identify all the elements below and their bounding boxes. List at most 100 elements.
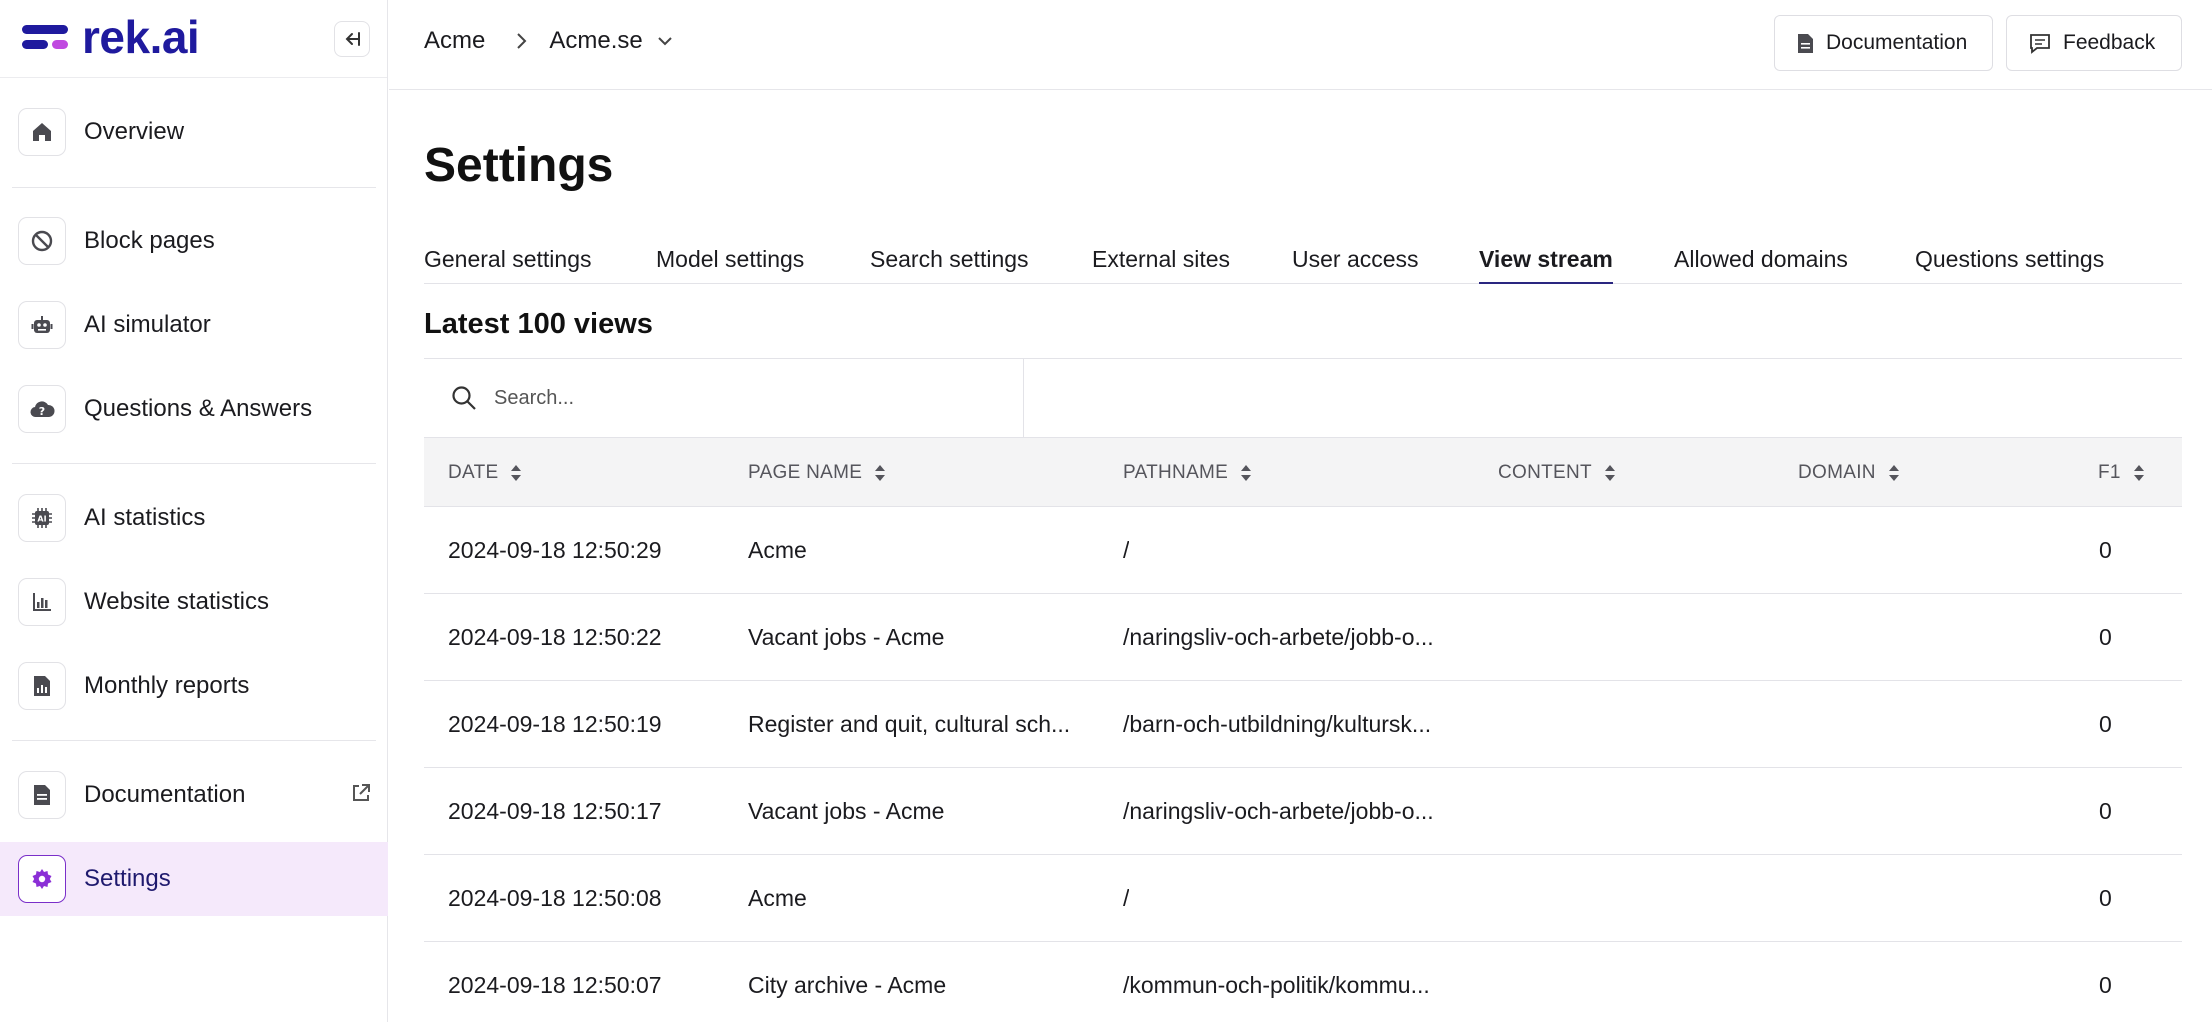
logo[interactable]: rek.ai bbox=[22, 11, 200, 63]
logo-text: rek.ai bbox=[82, 11, 200, 63]
table-row[interactable]: 2024-09-18 12:50:22 Vacant jobs - Acme /… bbox=[424, 594, 2182, 681]
sidebar-item-ai-statistics[interactable]: AI AI statistics bbox=[0, 481, 388, 555]
sidebar-item-website-statistics[interactable]: Website statistics bbox=[0, 565, 388, 639]
cell-f1: 0 bbox=[2099, 971, 2112, 998]
cell-page-name: Acme bbox=[748, 884, 807, 911]
robot-icon bbox=[18, 301, 66, 349]
feedback-label: Feedback bbox=[2063, 31, 2156, 54]
collapse-sidebar-button[interactable] bbox=[334, 21, 370, 57]
sidebar-item-label: AI statistics bbox=[84, 504, 206, 531]
table-row[interactable]: 2024-09-18 12:50:17 Vacant jobs - Acme /… bbox=[424, 768, 2182, 855]
table-row[interactable]: 2024-09-18 12:50:08 Acme / 0 bbox=[424, 855, 2182, 942]
cell-page-name: Vacant jobs - Acme bbox=[748, 797, 945, 824]
column-header-date[interactable]: DATE bbox=[448, 438, 522, 508]
logo-mark-icon bbox=[22, 23, 68, 51]
search-input[interactable] bbox=[494, 386, 994, 410]
section-title: Latest 100 views bbox=[424, 308, 653, 340]
cell-date: 2024-09-18 12:50:07 bbox=[448, 971, 662, 998]
top-bar: Acme Acme.se Documentation Feedback bbox=[389, 0, 2212, 90]
column-label: DATE bbox=[448, 462, 499, 483]
site-selector[interactable]: Acme.se bbox=[549, 27, 642, 55]
column-label: F1 bbox=[2098, 462, 2121, 483]
cell-date: 2024-09-18 12:50:19 bbox=[448, 710, 662, 737]
sidebar-item-monthly-reports[interactable]: Monthly reports bbox=[0, 649, 388, 723]
document-icon bbox=[1798, 33, 1813, 53]
sidebar-item-overview[interactable]: Overview bbox=[0, 95, 388, 169]
cell-date: 2024-09-18 12:50:22 bbox=[448, 623, 662, 650]
sidebar-item-label: Website statistics bbox=[84, 588, 269, 615]
cell-page-name: City archive - Acme bbox=[748, 971, 947, 998]
cell-f1: 0 bbox=[2099, 797, 2112, 824]
cell-pathname: /barn-och-utbildning/kultursk... bbox=[1123, 710, 1432, 737]
column-header-content[interactable]: CONTENT bbox=[1498, 438, 1616, 508]
sort-icon bbox=[2133, 464, 2145, 482]
cell-date: 2024-09-18 12:50:29 bbox=[448, 536, 662, 563]
cell-f1: 0 bbox=[2099, 536, 2112, 563]
collapse-left-icon bbox=[345, 32, 360, 46]
tab-allowed-domains[interactable]: Allowed domains bbox=[1674, 246, 1848, 284]
table-row[interactable]: 2024-09-18 12:50:19 Register and quit, c… bbox=[424, 681, 2182, 768]
cell-pathname: /naringsliv-och-arbete/jobb-o... bbox=[1123, 623, 1434, 650]
sidebar-item-label: Block pages bbox=[84, 227, 215, 254]
cloud-question-icon: ? bbox=[18, 385, 66, 433]
document-icon bbox=[18, 771, 66, 819]
cell-page-name: Register and quit, cultural sch... bbox=[748, 710, 1071, 737]
search-icon bbox=[452, 386, 476, 410]
sort-icon bbox=[1604, 464, 1616, 482]
tab-external-sites[interactable]: External sites bbox=[1092, 246, 1230, 284]
sidebar-header: rek.ai bbox=[0, 0, 387, 78]
divider bbox=[12, 187, 376, 188]
bar-chart-icon bbox=[18, 578, 66, 626]
search-row bbox=[424, 358, 2182, 437]
sidebar-item-documentation[interactable]: Documentation bbox=[0, 758, 388, 832]
column-label: CONTENT bbox=[1498, 462, 1592, 483]
sidebar-item-label: Documentation bbox=[84, 781, 246, 808]
breadcrumb-organization[interactable]: Acme bbox=[424, 27, 485, 55]
ai-chip-icon: AI bbox=[18, 494, 66, 542]
tab-model-settings[interactable]: Model settings bbox=[656, 246, 804, 284]
table-row[interactable]: 2024-09-18 12:50:07 City archive - Acme … bbox=[424, 942, 2182, 1022]
tab-search-settings[interactable]: Search settings bbox=[870, 246, 1029, 284]
feedback-icon bbox=[2030, 33, 2050, 54]
cell-pathname: /kommun-och-politik/kommu... bbox=[1123, 971, 1430, 998]
chevron-right-icon bbox=[515, 32, 527, 50]
home-icon bbox=[18, 108, 66, 156]
sort-icon bbox=[874, 464, 886, 482]
sort-icon bbox=[1240, 464, 1252, 482]
divider bbox=[12, 740, 376, 741]
sidebar-item-label: Questions & Answers bbox=[84, 395, 313, 422]
cell-f1: 0 bbox=[2099, 623, 2112, 650]
cell-page-name: Acme bbox=[748, 536, 807, 563]
sidebar-item-block-pages[interactable]: Block pages bbox=[0, 204, 388, 278]
column-header-domain[interactable]: DOMAIN bbox=[1798, 438, 1900, 508]
sort-icon bbox=[1888, 464, 1900, 482]
cell-pathname: / bbox=[1123, 536, 1130, 563]
block-icon bbox=[18, 217, 66, 265]
chevron-down-icon[interactable] bbox=[657, 35, 673, 47]
documentation-label: Documentation bbox=[1826, 31, 1968, 54]
tab-user-access[interactable]: User access bbox=[1292, 246, 1419, 284]
gear-icon bbox=[18, 855, 66, 903]
column-header-f1[interactable]: F1 bbox=[2098, 438, 2145, 508]
divider bbox=[12, 463, 376, 464]
sidebar-item-questions-answers[interactable]: ? Questions & Answers bbox=[0, 372, 388, 446]
external-link-icon bbox=[353, 784, 370, 801]
feedback-button[interactable]: Feedback bbox=[2006, 15, 2182, 71]
tab-view-stream[interactable]: View stream bbox=[1479, 246, 1613, 284]
tab-questions-settings[interactable]: Questions settings bbox=[1915, 246, 2104, 284]
views-table: DATE PAGE NAME PATHNAME CONTENT DOMAIN F… bbox=[424, 437, 2182, 1022]
column-header-pathname[interactable]: PATHNAME bbox=[1123, 438, 1252, 508]
svg-text:AI: AI bbox=[37, 515, 46, 524]
tab-general-settings[interactable]: General settings bbox=[424, 246, 591, 284]
sidebar-item-settings[interactable]: Settings bbox=[0, 842, 388, 916]
cell-f1: 0 bbox=[2099, 710, 2112, 737]
sidebar-item-label: AI simulator bbox=[84, 311, 211, 338]
cell-date: 2024-09-18 12:50:17 bbox=[448, 797, 662, 824]
column-header-page-name[interactable]: PAGE NAME bbox=[748, 438, 886, 508]
column-label: PAGE NAME bbox=[748, 462, 863, 483]
page-title: Settings bbox=[424, 139, 614, 192]
table-row[interactable]: 2024-09-18 12:50:29 Acme / 0 bbox=[424, 507, 2182, 594]
documentation-button[interactable]: Documentation bbox=[1774, 15, 1993, 71]
sidebar-item-ai-simulator[interactable]: AI simulator bbox=[0, 288, 388, 362]
svg-text:?: ? bbox=[39, 405, 45, 418]
